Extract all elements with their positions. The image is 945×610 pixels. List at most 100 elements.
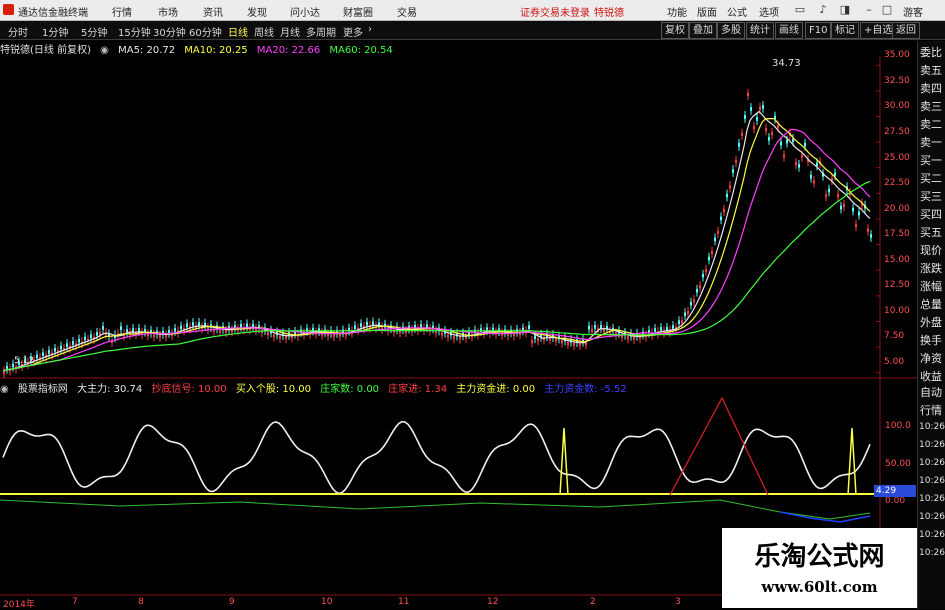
candle-body bbox=[756, 117, 758, 121]
quote-sidebar: 委比 卖五 卖四 卖三 卖二 卖一 买一 买二 买三 买四 买五 现价 涨跌 涨… bbox=[917, 41, 945, 609]
indicator-tick: 0.00 bbox=[885, 496, 906, 506]
candle-body bbox=[858, 211, 860, 216]
candle-body bbox=[102, 326, 104, 330]
candle-body bbox=[702, 273, 704, 278]
time-label: 10:26 bbox=[919, 458, 945, 468]
candle-body bbox=[36, 354, 38, 359]
candle-body bbox=[48, 350, 50, 354]
ma60-line bbox=[2, 180, 871, 372]
candle-body bbox=[531, 340, 533, 344]
candle-body bbox=[690, 301, 692, 306]
sidebar-item[interactable]: 委比 bbox=[920, 45, 942, 61]
candle-body bbox=[762, 105, 764, 109]
time-label: 10:26 bbox=[919, 422, 945, 432]
candle-body bbox=[720, 216, 722, 221]
candle-body bbox=[834, 172, 836, 177]
candle-body bbox=[600, 325, 602, 329]
candle-body bbox=[627, 336, 629, 340]
dealer-count-line bbox=[0, 499, 871, 520]
sidebar-item[interactable]: 涨幅 bbox=[920, 279, 942, 295]
indicator-legend: ◉ 股票指标网 大主力: 30.74 抄底信号: 10.00 买入个股: 10.… bbox=[0, 380, 860, 395]
candle-body bbox=[816, 162, 818, 167]
candle-body bbox=[333, 333, 335, 338]
high-price-label: 34.73 bbox=[772, 58, 801, 69]
sidebar-item[interactable]: 现价 bbox=[920, 243, 942, 259]
sidebar-item[interactable]: 买一 bbox=[920, 153, 942, 169]
watermark: 乐淘公式网 www.60lt.com bbox=[722, 528, 917, 608]
candle-body bbox=[246, 323, 248, 328]
sidebar-item[interactable]: 收益 bbox=[920, 369, 942, 385]
candle-body bbox=[777, 125, 779, 129]
candle-body bbox=[174, 328, 176, 332]
candle-body bbox=[813, 180, 815, 184]
candle-body bbox=[285, 336, 287, 340]
sidebar-item[interactable]: 涨跌 bbox=[920, 261, 942, 277]
fund-in-value: 主力资金进: 0.00 bbox=[456, 384, 536, 395]
sidebar-item[interactable]: 卖三 bbox=[920, 99, 942, 115]
sidebar-quotes[interactable]: 行情 bbox=[920, 403, 942, 419]
price-tick: 15.00 bbox=[884, 255, 910, 265]
time-label: 10:26 bbox=[919, 530, 945, 540]
sidebar-item[interactable]: 外盘 bbox=[920, 315, 942, 331]
candle-body bbox=[843, 203, 845, 208]
candle-body bbox=[555, 338, 557, 342]
candle-body bbox=[240, 324, 242, 328]
indicator-settings-icon[interactable]: ◉ bbox=[0, 384, 9, 395]
date-tick: 9 bbox=[229, 597, 235, 607]
sidebar-item[interactable]: 买四 bbox=[920, 207, 942, 223]
candle-body bbox=[654, 328, 656, 332]
sidebar-item[interactable]: 总量 bbox=[920, 297, 942, 313]
candle-body bbox=[768, 137, 770, 141]
candle-body bbox=[666, 326, 668, 331]
candle-body bbox=[780, 141, 782, 146]
candle-body bbox=[159, 334, 161, 338]
candle-body bbox=[744, 115, 746, 119]
candle-body bbox=[66, 343, 68, 347]
candle-body bbox=[672, 325, 674, 329]
sidebar-item[interactable]: 买三 bbox=[920, 189, 942, 205]
candle-body bbox=[186, 323, 188, 328]
price-tick: 20.00 bbox=[884, 204, 910, 214]
indicator-name[interactable]: 股票指标网 bbox=[18, 384, 68, 395]
sidebar-item[interactable]: 买五 bbox=[920, 225, 942, 241]
candle-body bbox=[765, 128, 767, 132]
indicator-tick: 100.0 bbox=[885, 421, 911, 431]
sidebar-item[interactable]: 买二 bbox=[920, 171, 942, 187]
time-label: 10:26 bbox=[919, 440, 945, 450]
candle-body bbox=[750, 107, 752, 111]
candle-body bbox=[180, 325, 182, 330]
price-tick: 32.50 bbox=[884, 76, 910, 86]
candle-body bbox=[741, 132, 743, 136]
candle-body bbox=[84, 336, 86, 341]
kline-chart[interactable] bbox=[0, 0, 917, 609]
buy-signal-spike bbox=[847, 427, 857, 496]
price-tick: 10.00 bbox=[884, 306, 910, 316]
candle-body bbox=[786, 139, 788, 144]
date-tick: 2 bbox=[590, 597, 596, 607]
sidebar-item[interactable]: 卖五 bbox=[920, 63, 942, 79]
candle-body bbox=[96, 332, 98, 336]
price-tick: 35.00 bbox=[884, 50, 910, 60]
candle-body bbox=[855, 223, 857, 227]
candle-body bbox=[78, 338, 80, 343]
candle-body bbox=[132, 328, 134, 332]
candle-body bbox=[726, 193, 728, 198]
candle-body bbox=[354, 325, 356, 330]
candle-body bbox=[699, 285, 701, 289]
candle-body bbox=[711, 250, 713, 255]
sidebar-item[interactable]: 净资 bbox=[920, 351, 942, 367]
candle-body bbox=[588, 325, 590, 330]
candle-body bbox=[678, 320, 680, 324]
dealer-in-value: 庄家进: 1.34 bbox=[388, 384, 448, 395]
candle-body bbox=[453, 336, 455, 340]
candle-body bbox=[828, 188, 830, 193]
sidebar-item[interactable]: 卖一 bbox=[920, 135, 942, 151]
candle-body bbox=[693, 299, 695, 303]
sidebar-item[interactable]: 卖二 bbox=[920, 117, 942, 133]
candle-body bbox=[759, 106, 761, 110]
sidebar-item[interactable]: 换手 bbox=[920, 333, 942, 349]
candle-body bbox=[714, 237, 716, 242]
sidebar-item[interactable]: 卖四 bbox=[920, 81, 942, 97]
sidebar-auto[interactable]: 自动 bbox=[920, 385, 942, 401]
date-tick: 2014年 bbox=[3, 600, 35, 610]
